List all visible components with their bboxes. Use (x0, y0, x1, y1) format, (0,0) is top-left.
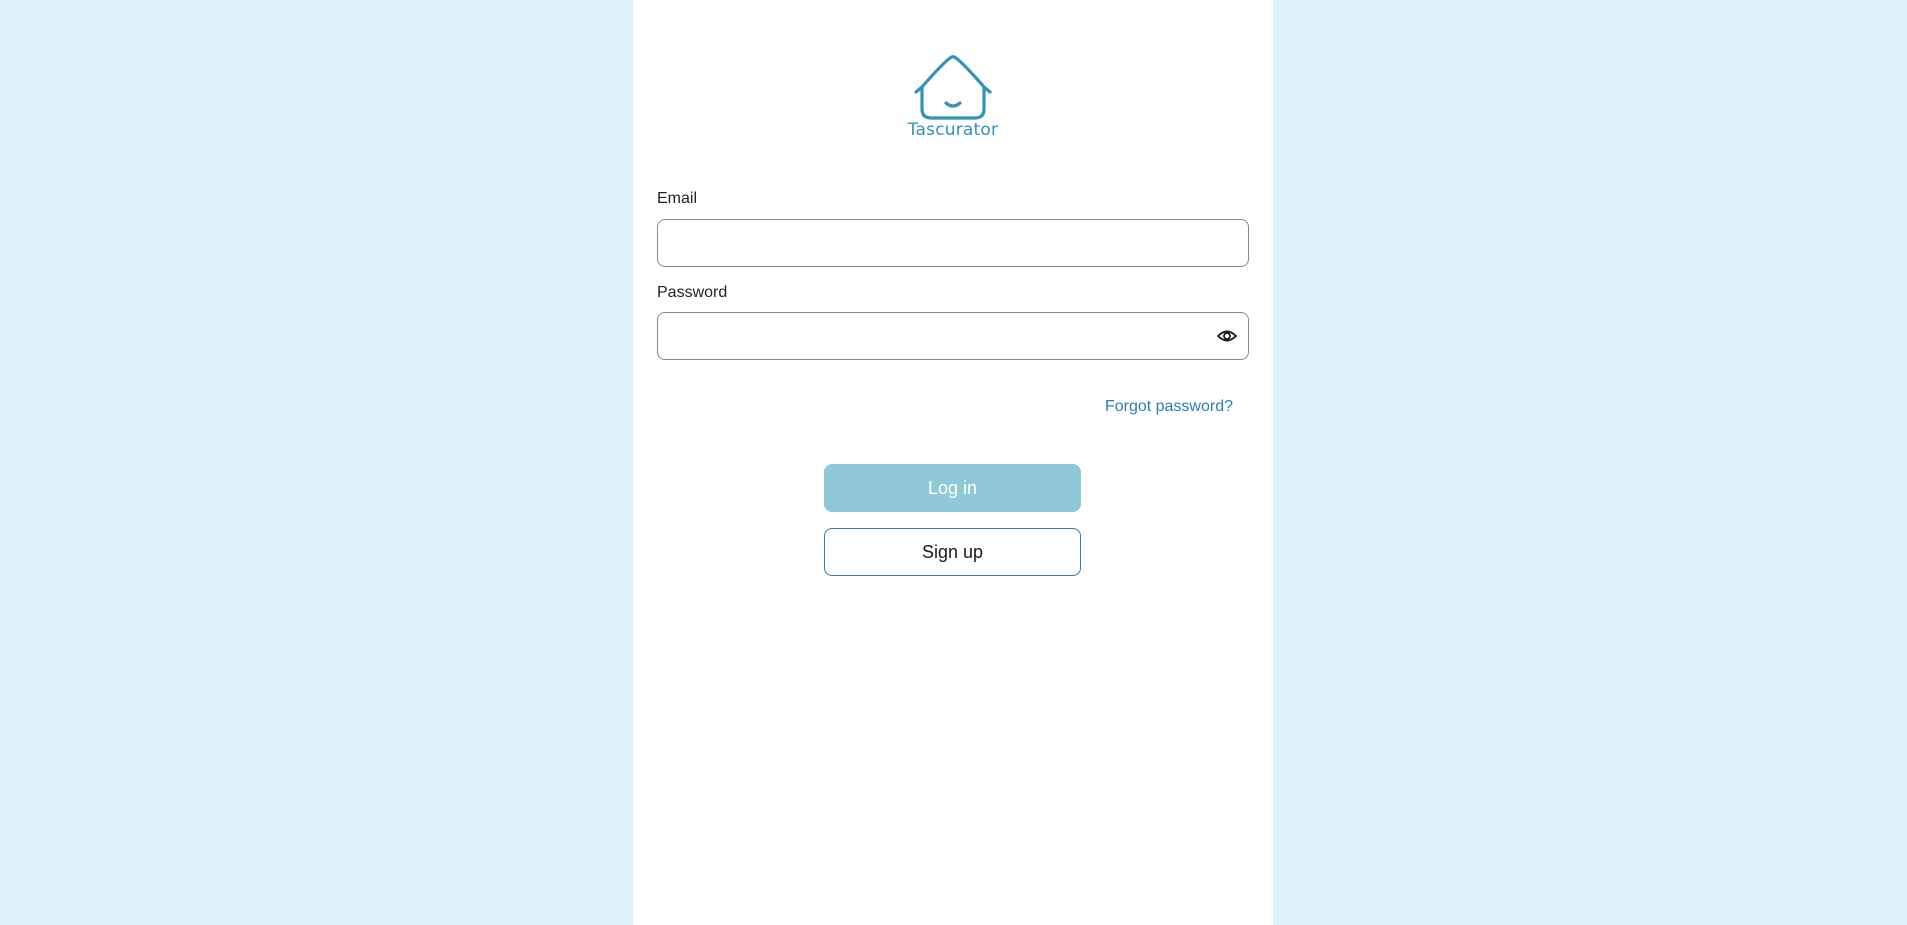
smiling-house-icon (914, 55, 992, 120)
page-background: Tascurator Email Password Forgot passwor… (0, 0, 1907, 925)
eye-icon (1217, 330, 1237, 342)
email-field[interactable] (657, 219, 1249, 267)
app-logo: Tascurator (903, 54, 1003, 144)
password-field[interactable] (657, 312, 1249, 360)
signup-button[interactable]: Sign up (824, 528, 1081, 576)
show-password-button[interactable] (1215, 324, 1239, 348)
logo-wordmark: Tascurator (907, 120, 999, 140)
email-label: Email (657, 190, 698, 207)
password-label: Password (657, 284, 728, 301)
login-button[interactable]: Log in (824, 464, 1081, 512)
login-panel: Tascurator Email Password Forgot passwor… (633, 0, 1273, 925)
forgot-password-link[interactable]: Forgot password? (1105, 398, 1233, 416)
